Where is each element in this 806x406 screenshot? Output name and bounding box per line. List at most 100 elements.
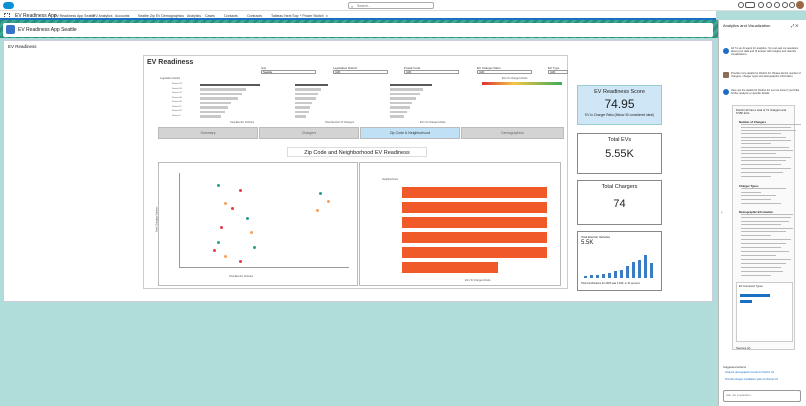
text-line [741,124,801,126]
scatter-point[interactable] [249,231,253,235]
legislative-bar[interactable] [295,110,309,113]
toggle-icon[interactable] [745,2,755,8]
legislative-bar[interactable] [200,110,225,113]
legislative-x3-label: EVs To Chargers Ratio [420,121,446,124]
avatar[interactable] [796,1,804,9]
scatter-point[interactable] [246,217,249,221]
legislative-bar[interactable] [200,106,229,109]
collapse-arrow-icon[interactable]: ‹ [721,210,723,216]
legislative-bar[interactable] [390,92,420,95]
scatter-point[interactable] [326,200,330,204]
scatter-point[interactable] [224,255,227,259]
filter-ev-charger-ratio[interactable]: EV Charger Ratio (All) [477,66,532,74]
legislative-bar[interactable] [390,110,408,113]
filter-legislative-district[interactable]: Legislative District (All) [333,66,388,74]
legislative-bar[interactable] [295,115,307,118]
scatter-point[interactable] [315,208,319,212]
neighborhood-bar[interactable] [402,247,547,258]
nav-item-contracts[interactable]: Contracts [247,14,262,18]
nav-item-contacts[interactable]: Contacts [224,14,238,18]
neighborhood-bar[interactable] [402,262,499,273]
neighborhood-bar[interactable] [402,187,547,198]
tab-demographics[interactable]: Demographics [461,127,564,139]
scatter-point[interactable] [253,245,257,249]
text-line [741,130,796,132]
global-search-input[interactable]: ⌕ Search... [348,2,434,9]
legislative-label: District 11 [172,105,182,108]
neighborhood-bar[interactable] [402,232,547,243]
legislative-bar[interactable] [200,88,247,91]
neighborhood-bar-panel: Neighborhood EVs To Chargers Ratio [359,162,561,286]
zip-section-title: Zip Code and Neighborhood EV Readiness [287,147,427,157]
legislative-bar[interactable] [295,83,328,86]
scatter-point[interactable] [238,259,242,263]
suggestion-2[interactable]: Provide charger installation plan for Di… [725,378,797,381]
neighborhood-bar[interactable] [402,202,547,213]
nav-item-analytics[interactable]: Analytics [187,14,201,18]
record-header: EV Readiness App Seattle [3,23,713,37]
help-icon[interactable] [738,2,744,8]
dashboard-title: EV Readiness [147,59,194,66]
panel-controls-icon[interactable]: ⤢ ✕ [791,23,798,28]
scatter-point[interactable] [216,183,220,187]
neighborhood-bar[interactable] [402,217,547,228]
legislative-bar[interactable] [295,106,311,109]
text-line [741,235,771,237]
tab-summary[interactable]: Summary [158,127,258,139]
legislative-bar[interactable] [295,101,313,104]
question-icon[interactable] [774,2,780,8]
filter-ev-type[interactable]: EV Type (All) [548,66,568,74]
legislative-bar[interactable] [390,88,423,91]
bell-icon[interactable] [789,2,795,8]
legislative-bar[interactable] [295,88,321,91]
legislative-bar[interactable] [200,101,232,104]
nav-item-accounts[interactable]: Accounts [115,14,129,18]
sources-toggle[interactable]: Sources (2) [736,346,750,350]
kpi-ev-trend: Total Electric Vehicles 5.5K Total contr… [577,231,662,291]
ratio-legend: EVs To Chargers Ratio [480,77,565,91]
scatter-x-label: Total Electric Vehicles [229,275,254,278]
suggestion-1[interactable]: Analyze demographic trends for District … [725,371,797,374]
legislative-label: District 43 [172,83,182,85]
legislative-bar[interactable] [390,97,417,100]
scatter-point[interactable] [319,192,323,195]
scatter-point[interactable] [213,249,216,252]
trend-value: 5.5K [581,240,594,246]
scatter-point[interactable] [224,201,227,205]
legislative-bar[interactable] [200,115,221,118]
legislative-bar[interactable] [390,106,410,109]
legislative-bar[interactable] [200,92,243,95]
tab-zip-neighborhood[interactable]: Zip Code & Neighborhood [360,127,460,139]
setup-icon[interactable] [766,2,772,8]
scatter-point[interactable] [220,225,224,229]
legislative-bar[interactable] [200,83,260,86]
filter-postal-code[interactable]: Postal Code (All) [404,66,459,74]
nav-item-tableau-next[interactable]: Tableau Next Sop [271,14,299,18]
nav-item-power-switch[interactable]: * Power Switch [300,14,324,18]
legislative-bar[interactable] [390,101,412,104]
nav-item-ev-app-seattle[interactable]: EV Readiness App Seattle [54,14,95,18]
legislative-bar[interactable] [390,83,432,86]
app-launcher-icon[interactable] [4,13,10,19]
nav-item-cases[interactable]: Cases [205,14,215,18]
gear-icon[interactable] [782,2,788,8]
dashboard-icon [6,25,15,34]
agent-response-card: District 43 has a total of 74 chargers a… [732,105,801,350]
scatter-point[interactable] [238,188,242,192]
nav-item-zip-demographics[interactable]: Seattle Zip EV Demographics [138,14,184,18]
legislative-bar[interactable] [200,97,238,100]
legislative-bar[interactable] [390,115,405,118]
legislative-bar[interactable] [295,92,319,95]
tab-chargers[interactable]: Chargers [259,127,359,139]
text-line [741,172,783,174]
filter-city[interactable]: City Seattle [261,66,316,74]
add-icon[interactable] [758,2,764,8]
scatter-point[interactable] [231,206,235,210]
scatter-point[interactable] [216,240,220,244]
cloud-logo-icon[interactable] [3,2,14,9]
response-chart: EV Connector Types [736,282,793,342]
close-tab-icon[interactable]: x [326,14,328,18]
legislative-bar[interactable] [295,97,316,100]
nav-item-ev-analytics[interactable]: EV Analytics [93,14,112,18]
chat-input[interactable]: Ask me a question... [723,390,801,402]
